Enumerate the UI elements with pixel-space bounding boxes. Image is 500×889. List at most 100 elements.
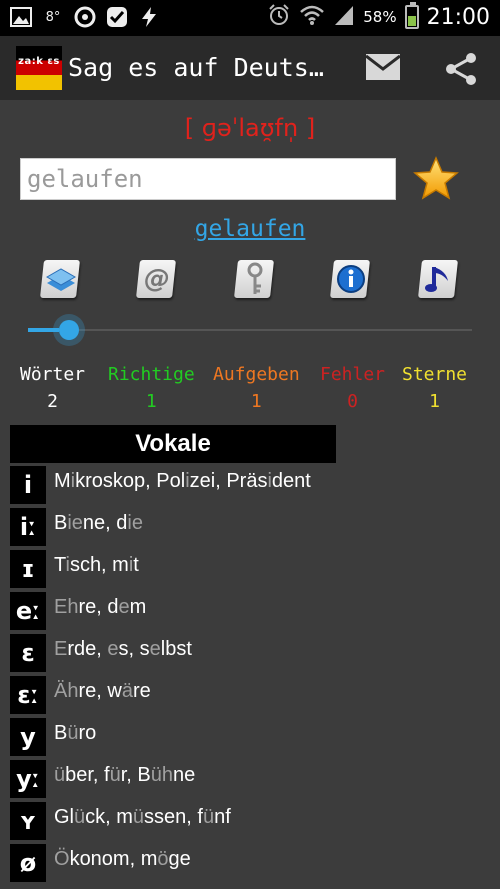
mail-icon	[365, 54, 401, 80]
example-words: Mikroskop, Polizei, Präsident	[54, 470, 311, 493]
stat-sterne: Sterne 1	[402, 364, 467, 412]
vowel-row[interactable]: eː Ehre, dem	[10, 590, 490, 632]
share-icon	[446, 53, 476, 85]
word-text: zei, Präs	[189, 470, 268, 492]
favorite-star-button[interactable]	[412, 155, 460, 203]
progress-slider[interactable]	[28, 320, 472, 340]
word-text: sch, m	[69, 554, 129, 576]
highlighted-letters: e	[149, 638, 161, 660]
vowel-row[interactable]: ɛː Ähre, wäre	[10, 674, 490, 716]
example-words: Biene, die	[54, 512, 143, 535]
info-icon	[328, 256, 374, 302]
stat-label: Richtige	[108, 364, 195, 385]
app-title: Sag es auf Deuts…	[68, 53, 324, 82]
ipa-symbol[interactable]: y	[10, 718, 46, 756]
highlighted-letters: ü	[74, 806, 86, 828]
app-logo[interactable]: za:k ɛs	[16, 46, 62, 90]
vowel-row[interactable]: iː Biene, die	[10, 506, 490, 548]
music-button[interactable]	[416, 256, 462, 302]
check-icon	[106, 6, 128, 28]
vowel-row[interactable]: ɪ Tisch, mit	[10, 548, 490, 590]
vowel-row[interactable]: ø Ökonom, möge	[10, 842, 490, 884]
highlighted-letters: ä	[121, 680, 133, 702]
ipa-symbol[interactable]: ɛː	[10, 676, 46, 714]
stat-label: Wörter	[20, 364, 86, 385]
highlighted-letters: ü	[54, 764, 66, 786]
word-text: B	[54, 512, 68, 534]
word-text: konom, m	[69, 848, 158, 870]
word-text: ssen, f	[144, 806, 203, 828]
stat-value: 1	[250, 391, 262, 412]
dictionary-books-icon	[38, 256, 84, 302]
slider-fill	[28, 328, 60, 332]
signal-icon	[333, 4, 355, 30]
ipa-symbol[interactable]: ɛ	[10, 634, 46, 672]
word-link[interactable]: gelaufen	[0, 216, 500, 242]
stat-wörter: Wörter 2	[20, 364, 85, 412]
word-input[interactable]	[20, 158, 396, 200]
ipa-symbol[interactable]: iː	[10, 508, 46, 546]
stat-label: Aufgeben	[213, 364, 300, 385]
stat-value: 1	[145, 391, 157, 412]
word-text: re, d	[78, 596, 119, 618]
word-text: dent	[271, 470, 311, 492]
ipa-symbol[interactable]: ʏ	[10, 802, 46, 840]
example-words: Büro	[54, 722, 96, 745]
word-text: kroskop, Pol	[75, 470, 186, 492]
share-button[interactable]	[444, 52, 478, 86]
stat-label: Fehler	[320, 364, 386, 385]
mail-button[interactable]	[365, 54, 401, 80]
vowel-row[interactable]: y Büro	[10, 716, 490, 758]
example-words: Ökonom, möge	[54, 848, 191, 871]
vowels-heading: Vokale	[10, 425, 336, 463]
highlighted-letters: Äh	[54, 680, 79, 702]
word-text: lbst	[160, 638, 192, 660]
example-words: über, für, Bühne	[54, 764, 195, 787]
ipa-symbol[interactable]: i	[10, 466, 46, 504]
tool-row: @	[38, 256, 462, 304]
word-text: rde,	[67, 638, 108, 660]
stat-label: Sterne	[402, 364, 468, 385]
vowel-row[interactable]: yː über, für, Bühne	[10, 758, 490, 800]
status-bar: 8° 58% 21:00	[0, 0, 500, 36]
info-button[interactable]	[328, 256, 374, 302]
vowel-row[interactable]: i Mikroskop, Polizei, Präsident	[10, 464, 490, 506]
word-text: nf	[214, 806, 231, 828]
stat-richtige: Richtige 1	[108, 364, 195, 412]
example-words: Ähre, wäre	[54, 680, 151, 703]
ipa-symbol[interactable]: yː	[10, 760, 46, 798]
slider-thumb[interactable]	[59, 320, 80, 340]
app-logo-text: za:k ɛs	[18, 56, 60, 67]
battery-icon	[404, 2, 419, 29]
vowel-row[interactable]: ɛ Erde, es, selbst	[10, 632, 490, 674]
word-text: m	[129, 596, 147, 618]
ipa-transcription: [ ɡəˈlaʊ̯fn̩ ]	[184, 114, 316, 142]
highlighted-letters: ie	[67, 512, 83, 534]
word-text: ber, f	[65, 764, 110, 786]
ipa-symbol[interactable]: ɪ	[10, 550, 46, 588]
word-text: ne	[173, 764, 196, 786]
email-at-button[interactable]: @	[134, 256, 180, 302]
flash-icon	[138, 6, 160, 28]
key-icon	[232, 256, 278, 302]
highlighted-letters: E	[54, 638, 68, 660]
vowel-row[interactable]: ʏ Glück, müssen, fünf	[10, 800, 490, 842]
dictionary-button[interactable]	[38, 256, 84, 302]
word-text: r, B	[120, 764, 151, 786]
ipa-symbol[interactable]: eː	[10, 592, 46, 630]
status-right: 58% 21:00	[267, 2, 490, 31]
highlighted-letters: e	[107, 638, 119, 660]
ipa-symbol[interactable]: ø	[10, 844, 46, 882]
image-icon	[10, 6, 32, 28]
word-text: s, s	[118, 638, 150, 660]
slider-track	[28, 329, 472, 331]
stat-aufgeben: Aufgeben 1	[213, 364, 300, 412]
example-words: Erde, es, selbst	[54, 638, 192, 661]
highlighted-letters: ö	[157, 848, 169, 870]
word-text: re, w	[78, 680, 122, 702]
music-note-icon	[416, 256, 462, 302]
word-text: M	[54, 470, 71, 492]
key-button[interactable]	[232, 256, 278, 302]
highlighted-letters: Ö	[54, 848, 70, 870]
word-text: ck, m	[85, 806, 133, 828]
